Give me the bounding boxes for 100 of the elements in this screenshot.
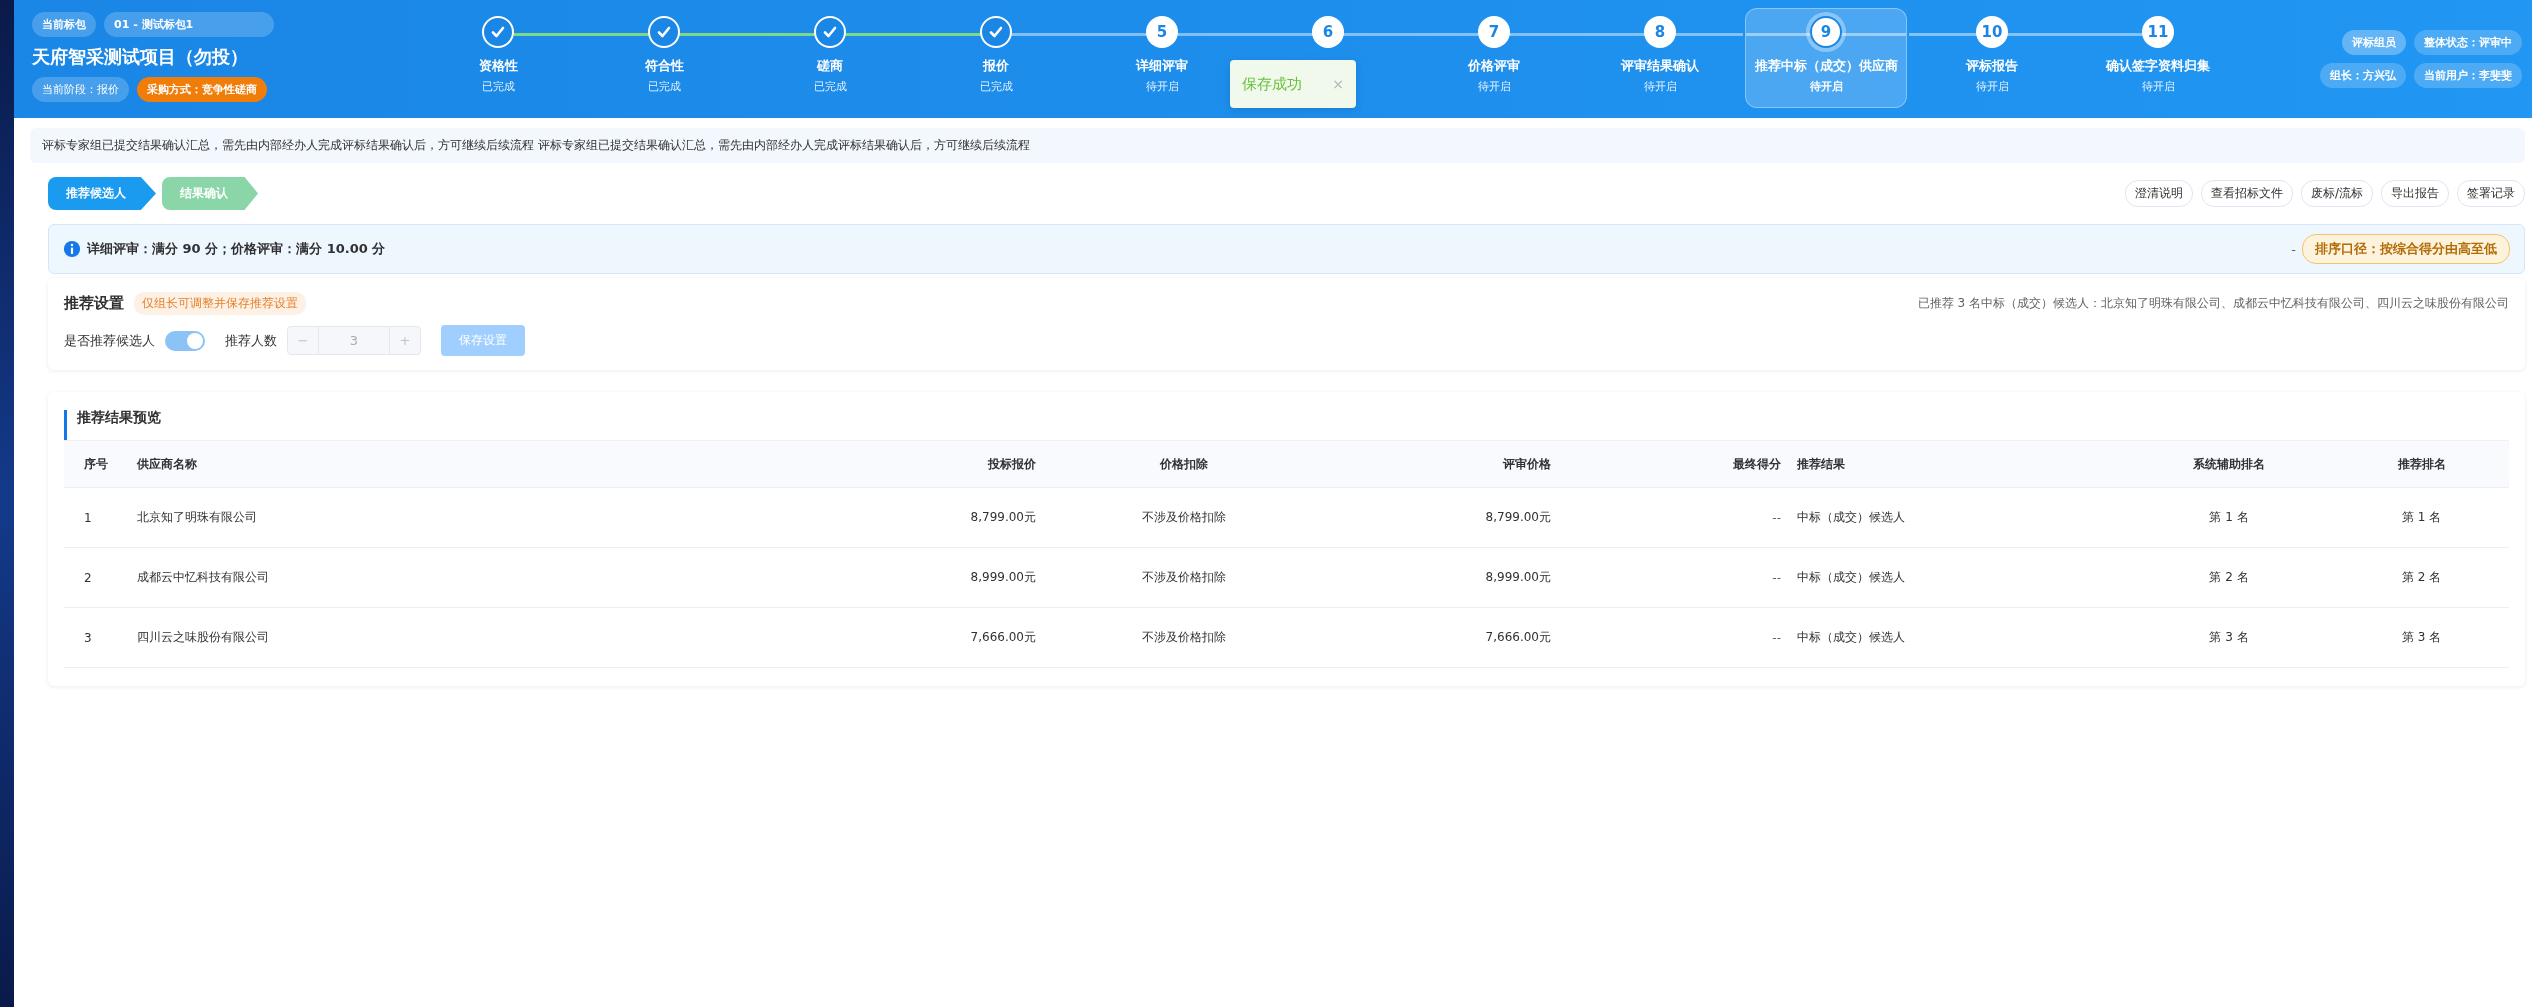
step-label: 符合性 <box>644 57 684 75</box>
step-item[interactable]: 7 价格评审 待开启 <box>1411 0 1577 118</box>
recommend-toggle[interactable] <box>165 330 205 351</box>
notice-text: 评标专家组已提交结果确认汇总，需先由内部经办人完成评标结果确认后，方可继续后续流程 评标专家组已提交结果确认汇总，需先由内部经办人完成评标结果确认后，方可继续后续流程 <box>30 128 2525 163</box>
step-number: 10 <box>1981 23 2003 41</box>
table-cell-text: 不涉及价格扣除 <box>1141 509 1227 526</box>
column-header: 价格扣除 <box>1159 455 1209 473</box>
step-item[interactable]: 9 推荐中标（成交）供应商 待开启 <box>1745 8 1907 108</box>
table-cell-text: 不涉及价格扣除 <box>1141 569 1227 586</box>
method-badge: 采购方式：竞争性磋商 <box>137 77 267 102</box>
table-cell-text: 8,799.00元 <box>969 509 1037 526</box>
table-cell-text: 成都云中忆科技有限公司 <box>136 569 270 586</box>
table-cell-text: 第 1 名 <box>2208 509 2250 526</box>
step-number: 5 <box>1156 23 1168 41</box>
role-badge: 评标组员 <box>2342 30 2406 55</box>
flow-step-tab[interactable]: 推荐候选人 <box>48 177 156 210</box>
table-cell-text: 第 3 名 <box>2400 629 2443 646</box>
column-header: 最终得分 <box>1732 455 1782 473</box>
toggle-label: 是否推荐候选人 <box>64 331 155 350</box>
step-label: 磋商 <box>817 57 843 75</box>
step-item[interactable]: 8 评审结果确认 待开启 <box>1577 0 1743 118</box>
table-cell-text: 不涉及价格扣除 <box>1141 629 1227 646</box>
step-number: 8 <box>1654 23 1666 41</box>
count-label: 推荐人数 <box>225 331 277 350</box>
step-status: 待开启 <box>1809 79 1843 94</box>
permission-tag: 仅组长可调整并保存推荐设置 <box>134 292 306 315</box>
leader-badge: 组长：方兴弘 <box>2320 63 2406 88</box>
package-label: 当前标包 <box>32 12 96 37</box>
step-item[interactable]: 符合性 已完成 <box>581 0 747 118</box>
column-header: 推荐排名 <box>2396 455 2447 473</box>
count-value: 3 <box>318 327 390 354</box>
table-cell-text: 7,666.00元 <box>1484 629 1552 646</box>
step-label: 详细评审 <box>1136 57 1188 75</box>
step-label: 确认签字资料归集 <box>2106 57 2210 75</box>
table-cell-text: 1 <box>83 510 93 525</box>
table-cell-text: 第 3 名 <box>2208 629 2250 646</box>
step-item[interactable]: 报价 已完成 <box>913 0 1079 118</box>
column-header: 推荐结果 <box>1796 455 1846 473</box>
table-cell-text: 第 1 名 <box>2400 509 2443 526</box>
table-cell-text: -- <box>1771 630 1782 645</box>
step-number: 7 <box>1488 23 1500 41</box>
column-header: 评审价格 <box>1501 455 1552 473</box>
table-cell-text: 8,799.00元 <box>1484 509 1552 526</box>
project-title: 天府智采测试项目（勿投） <box>32 45 249 69</box>
step-status: 已完成 <box>979 79 1013 94</box>
step-item[interactable]: 资格性 已完成 <box>415 0 581 118</box>
action-button[interactable]: 废标/流标 <box>2300 180 2373 207</box>
table-cell-text: 7,666.00元 <box>969 629 1037 646</box>
step-item[interactable]: 磋商 已完成 <box>747 0 913 118</box>
table-cell-text: 8,999.00元 <box>969 569 1037 586</box>
table-cell-text: 中标（成交）候选人 <box>1796 509 1906 526</box>
step-status: 待开启 <box>2141 79 2175 94</box>
step-label: 资格性 <box>478 57 518 75</box>
settings-title: 推荐设置 <box>64 294 124 313</box>
action-button[interactable]: 签署记录 <box>2457 180 2525 207</box>
toast-message: 保存成功 <box>1242 74 1302 94</box>
table-cell-text: -- <box>1771 570 1782 585</box>
recommend-summary: 已推荐 3 名中标（成交）候选人：北京知了明珠有限公司、成都云中忆科技有限公司、四川云之味股份有限公司 <box>1917 295 2509 312</box>
table-cell-text: 第 2 名 <box>2208 569 2250 586</box>
action-button[interactable]: 导出报告 <box>2381 180 2449 207</box>
step-number: 11 <box>2147 23 2169 41</box>
step-status: 已完成 <box>647 79 681 94</box>
step-label: 报价 <box>983 57 1009 75</box>
step-label: 推荐中标（成交）供应商 <box>1754 57 1898 75</box>
step-status: 待开启 <box>1477 79 1511 94</box>
table-cell-text: 第 2 名 <box>2400 569 2443 586</box>
step-number: 6 <box>1322 23 1334 41</box>
column-header: 序号 <box>83 455 109 473</box>
table-cell-text: -- <box>1771 510 1782 525</box>
table-cell-text: 3 <box>83 630 93 645</box>
step-label: 评标报告 <box>1966 57 2018 75</box>
step-item[interactable]: 11 确认签字资料归集 待开启 <box>2075 0 2241 118</box>
step-item[interactable]: 10 评标报告 待开启 <box>1909 0 2075 118</box>
dash-text: - <box>2291 241 2296 257</box>
action-button[interactable]: 澄清说明 <box>2124 180 2193 207</box>
column-header: 供应商名称 <box>136 455 198 473</box>
column-header: 系统辅助排名 <box>2192 455 2266 473</box>
stage-badge: 当前阶段：报价 <box>32 77 129 102</box>
column-header: 投标报价 <box>987 455 1037 473</box>
status-badge: 整体状态：评审中 <box>2414 30 2522 55</box>
step-status: 已完成 <box>481 79 515 94</box>
info-icon <box>63 240 81 258</box>
user-badge: 当前用户：李斐斐 <box>2414 63 2522 88</box>
step-number: 9 <box>1820 23 1832 41</box>
step-status: 待开启 <box>1975 79 2009 94</box>
step-label: 评审结果确认 <box>1621 57 1699 75</box>
table-cell-text: 中标（成交）候选人 <box>1796 569 1906 586</box>
step-status: 待开启 <box>1643 79 1677 94</box>
table-cell-text: 四川云之味股份有限公司 <box>136 629 270 646</box>
table-cell-text: 中标（成交）候选人 <box>1796 629 1906 646</box>
package-selector[interactable]: 01 - 测试标包1 <box>104 12 274 37</box>
step-label: 价格评审 <box>1468 57 1520 75</box>
table-cell-text: 北京知了明珠有限公司 <box>136 509 258 526</box>
table-cell-text: 8,999.00元 <box>1484 569 1552 586</box>
sort-badge: 排序口径：按综合得分由高至低 <box>2302 234 2510 264</box>
close-icon[interactable]: × <box>1332 76 1344 92</box>
score-summary: 详细评审：满分 90 分；价格评审：满分 10.00 分 <box>87 240 386 258</box>
table-cell-text: 2 <box>83 570 93 585</box>
action-button[interactable]: 查看招标文件 <box>2200 180 2293 207</box>
step-status: 待开启 <box>1145 79 1179 94</box>
